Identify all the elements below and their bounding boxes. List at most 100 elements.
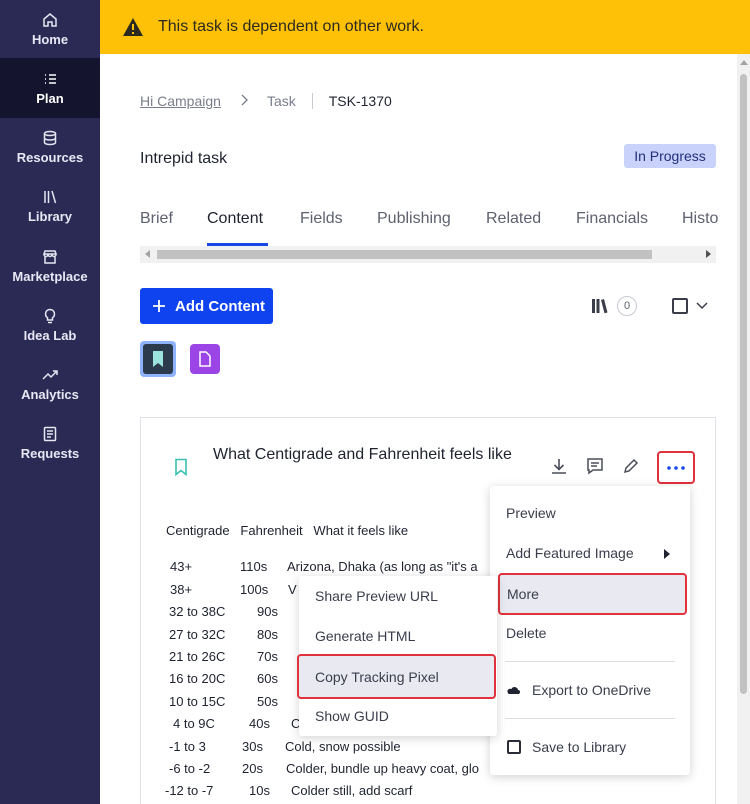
cell-fahrenheit: 70s (257, 649, 278, 664)
cell-centigrade: 16 to 20C (169, 671, 226, 686)
sidebar-item-marketplace[interactable]: Marketplace (0, 237, 100, 295)
tab-content[interactable]: Content (207, 210, 268, 246)
cell-fahrenheit: 20s (242, 761, 263, 776)
edit-pencil-icon[interactable] (621, 456, 641, 476)
sidebar-item-label: Analytics (21, 387, 79, 402)
caret-right-icon (664, 549, 670, 559)
dependency-banner: This task is dependent on other work. (100, 0, 750, 54)
cell-fahrenheit: 30s (242, 739, 263, 754)
vertical-scrollbar[interactable] (737, 54, 750, 804)
tab-financials[interactable]: Financials (576, 210, 648, 246)
sidebar-item-label: Requests (20, 446, 80, 461)
select-all-checkbox[interactable] (672, 298, 688, 314)
menu-item-share-preview-url[interactable]: Share Preview URL (315, 588, 438, 604)
sidebar-item-library[interactable]: Library (0, 177, 100, 235)
cell-fahrenheit: 10s (249, 783, 270, 798)
page-title: Intrepid task (140, 150, 228, 167)
lightbulb-icon (44, 308, 56, 324)
cell-centigrade: 10 to 15C (169, 694, 226, 709)
menu-item-label: Export to OneDrive (532, 682, 652, 698)
scroll-up-icon[interactable] (740, 60, 748, 65)
cell-fahrenheit: 100s (240, 582, 269, 597)
table-header-row: Centigrade Fahrenheit What it feels like (166, 523, 409, 538)
cell-centigrade: 27 to 32C (169, 627, 226, 642)
cell-feels: Colder, bundle up heavy coat, glo (286, 761, 479, 776)
sidebar-item-home[interactable]: Home (0, 0, 100, 58)
breadcrumb-campaign-link[interactable]: Hi Campaign (140, 93, 221, 109)
home-icon (43, 13, 57, 27)
menu-divider (505, 718, 675, 719)
status-badge[interactable]: In Progress (624, 144, 716, 168)
more-submenu: Share Preview URL Generate HTML Copy Tra… (297, 576, 497, 736)
comment-icon[interactable] (585, 456, 605, 476)
tab-publishing[interactable]: Publishing (377, 210, 451, 246)
menu-item-export-onedrive[interactable]: Export to OneDrive (506, 682, 651, 698)
cell-fahrenheit: 40s (249, 716, 270, 731)
sidebar-item-analytics[interactable]: Analytics (0, 355, 100, 413)
sidebar-item-requests[interactable]: Requests (0, 414, 100, 472)
cell-fahrenheit: 50s (257, 694, 278, 709)
banner-text: This task is dependent on other work. (158, 18, 424, 35)
library-icon[interactable] (590, 297, 608, 315)
cell-feels: Arizona, Dhaka (as long as "it's a (287, 559, 478, 574)
cell-feels: Cold, snow possible (285, 739, 401, 754)
file-icon (199, 351, 211, 367)
menu-item-more[interactable]: More (498, 573, 687, 615)
sidebar-item-resources[interactable]: Resources (0, 118, 100, 176)
content-type-article-chip[interactable] (140, 341, 176, 377)
content-title[interactable]: What Centigrade and Fahrenheit feels lik… (213, 443, 523, 467)
menu-item-generate-html[interactable]: Generate HTML (315, 628, 415, 644)
menu-divider (505, 661, 675, 662)
save-library-checkbox[interactable] (507, 740, 521, 754)
list-icon (45, 74, 56, 84)
library-count-badge: 0 (617, 296, 637, 316)
menu-item-copy-tracking-pixel[interactable]: Copy Tracking Pixel (297, 654, 496, 699)
menu-item-preview[interactable]: Preview (506, 505, 556, 521)
tab-fields[interactable]: Fields (300, 210, 343, 246)
scroll-thumb[interactable] (740, 74, 747, 694)
menu-item-label: Copy Tracking Pixel (315, 669, 439, 685)
chevron-down-icon[interactable] (695, 299, 709, 313)
tab-bar: Brief Content Fields Publishing Related … (140, 210, 718, 246)
warning-icon (123, 18, 143, 36)
sidebar-item-idea-lab[interactable]: Idea Lab (0, 296, 100, 354)
cell-feels: V (288, 582, 297, 597)
tabs-scrollbar[interactable] (140, 246, 716, 263)
cell-fahrenheit: 90s (257, 604, 278, 619)
cell-centigrade: 43+ (170, 559, 193, 574)
breadcrumb-divider (311, 93, 313, 109)
cell-fahrenheit: 60s (257, 671, 278, 686)
menu-item-show-guid[interactable]: Show GUID (315, 708, 389, 724)
document-icon (43, 426, 57, 442)
cell-centigrade: 38+ (170, 582, 193, 597)
tab-history[interactable]: History (682, 210, 718, 246)
download-icon[interactable] (549, 456, 569, 476)
tab-related[interactable]: Related (486, 210, 541, 246)
breadcrumb: Hi Campaign Task TSK-1370 (140, 93, 392, 109)
menu-item-delete[interactable]: Delete (506, 625, 546, 641)
more-actions-menu: Preview Add Featured Image More Delete E… (490, 486, 690, 775)
menu-item-label: Add Featured Image (506, 545, 634, 561)
tab-brief[interactable]: Brief (140, 210, 173, 246)
tabs-scroll-thumb[interactable] (157, 250, 652, 259)
store-icon (42, 250, 58, 264)
more-actions-button[interactable] (657, 451, 695, 484)
menu-item-add-featured-image[interactable]: Add Featured Image (506, 545, 676, 561)
sidebar: Home Plan Resources Library Marketplace … (0, 0, 100, 804)
menu-item-save-library[interactable]: Save to Library (532, 739, 626, 755)
cell-centigrade: -1 to 3 (169, 739, 206, 754)
scroll-left-icon[interactable] (145, 250, 150, 258)
sidebar-item-label: Home (31, 32, 69, 47)
sidebar-item-label: Idea Lab (23, 328, 77, 343)
trend-icon (42, 370, 58, 380)
sidebar-item-plan[interactable]: Plan (0, 58, 100, 118)
database-icon (43, 130, 57, 146)
scroll-right-icon[interactable] (706, 250, 711, 258)
cell-fahrenheit: 110s (240, 559, 268, 574)
sidebar-item-label: Library (27, 209, 73, 224)
content-type-document-chip[interactable] (190, 344, 220, 374)
cell-centigrade: 4 to 9C (173, 716, 215, 731)
ellipsis-icon (667, 465, 685, 470)
add-content-button[interactable]: Add Content (140, 288, 273, 324)
chevron-right-icon (239, 93, 249, 109)
